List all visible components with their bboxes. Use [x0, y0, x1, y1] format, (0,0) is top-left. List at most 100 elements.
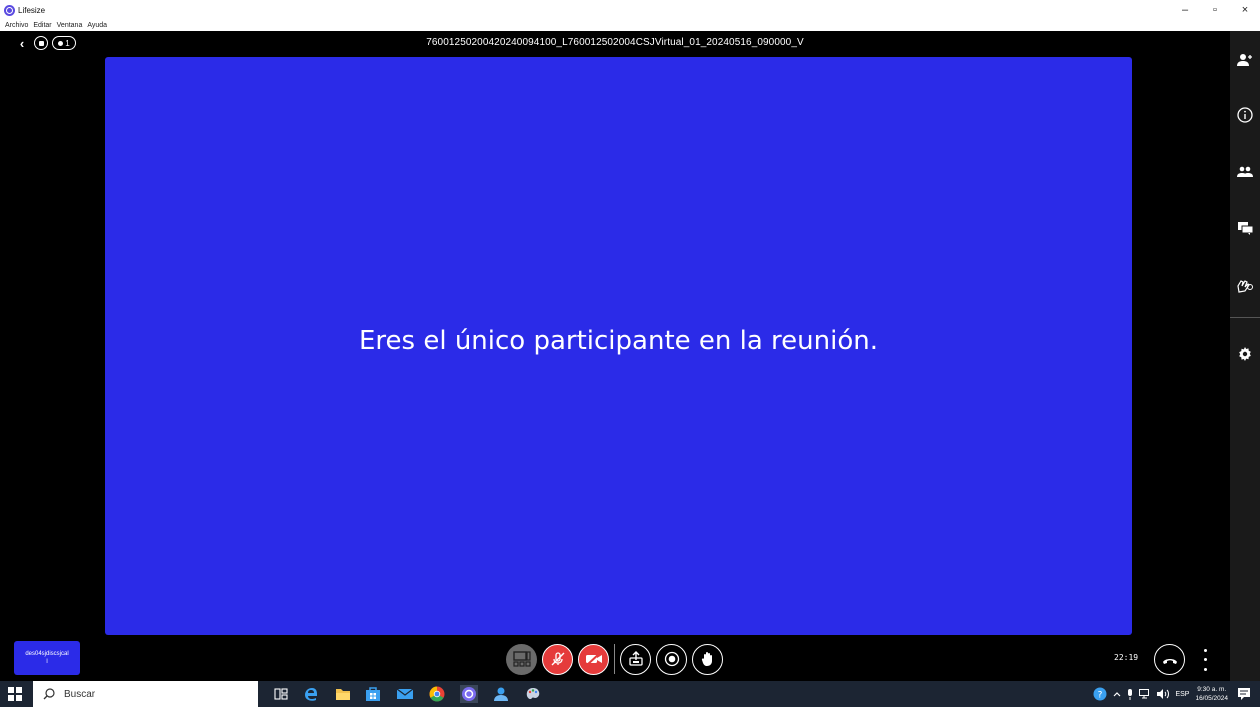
camera-off-icon: [585, 652, 602, 666]
chrome-icon: [429, 686, 445, 702]
user-icon: [494, 687, 508, 701]
lifesize-app-button[interactable]: [460, 685, 478, 703]
menu-editar[interactable]: Editar: [33, 20, 51, 31]
dot-icon: [1203, 649, 1207, 653]
layout-icon: [512, 651, 531, 667]
share-icon: [628, 651, 643, 666]
add-person-icon: [1237, 54, 1252, 66]
hang-up-button[interactable]: [1154, 644, 1185, 675]
start-pane: [15, 687, 22, 694]
hand-wave-icon: [1237, 280, 1253, 293]
screen: Lifesize – ▫ × Archivo Editar Ventana Ay…: [0, 0, 1260, 707]
svg-text:?: ?: [1098, 691, 1103, 701]
record-icon: [664, 651, 679, 667]
self-view-name-line2: l: [46, 659, 48, 665]
chat-button[interactable]: [1230, 217, 1260, 239]
window-controls: – ▫ ×: [1170, 0, 1260, 20]
windows-start-button[interactable]: [8, 687, 22, 701]
notifications-button[interactable]: [1238, 688, 1250, 700]
app-title: Lifesize: [18, 5, 46, 15]
chevron-up-icon: [1114, 692, 1121, 697]
search-placeholder: Buscar: [64, 688, 96, 700]
start-pane: [8, 694, 14, 701]
people-icon: [1237, 166, 1253, 177]
call-controls: [506, 643, 728, 675]
camera-toggle-button[interactable]: [578, 643, 609, 675]
raise-hand-button[interactable]: [692, 643, 723, 675]
lifesize-logo-icon: [4, 4, 15, 16]
gear-icon: [1239, 347, 1251, 361]
notification-icon: [1238, 688, 1250, 700]
clock-date: 16/05/2024: [1195, 695, 1228, 702]
network-icon: [1139, 689, 1150, 699]
alone-message: Eres el único participante en la reunión…: [358, 326, 879, 356]
more-options-button[interactable]: [1198, 646, 1212, 674]
taskbar-search[interactable]: Buscar: [33, 681, 258, 707]
store-icon: [366, 687, 380, 701]
volume-tray-button[interactable]: [1157, 689, 1170, 699]
system-tray: ? ESP 9:30 a. m. 16/05/2024: [1093, 681, 1260, 707]
user-app-button[interactable]: [492, 685, 510, 703]
mail-app-button[interactable]: [396, 685, 414, 703]
microphone-icon: [1128, 688, 1133, 700]
participants-button[interactable]: [1230, 161, 1260, 183]
network-tray-button[interactable]: [1139, 689, 1151, 699]
mail-icon: [397, 688, 413, 699]
dot-icon: [1203, 658, 1207, 662]
help-tray-button[interactable]: ?: [1093, 687, 1107, 701]
info-button[interactable]: [1230, 104, 1260, 126]
clock-time: 9:30 a. m.: [1197, 686, 1227, 693]
dot-icon: [1203, 667, 1207, 671]
help-icon: ?: [1093, 687, 1107, 701]
meeting-window: ‹ 1 76001250200420240094100_L76001250200…: [0, 31, 1260, 681]
video-area: Eres el único participante en la reunión…: [105, 57, 1132, 635]
call-timer: 22:19: [1114, 653, 1139, 662]
maximize-button[interactable]: ▫: [1200, 0, 1230, 20]
info-icon: [1237, 107, 1253, 123]
hand-icon: [701, 652, 712, 666]
meeting-topbar: ‹ 1 76001250200420240094100_L76001250200…: [0, 31, 1230, 56]
meeting-title: 76001250200420240094100_L760012502004CSJ…: [426, 37, 804, 48]
lifesize-icon: [462, 687, 476, 701]
minimize-button[interactable]: –: [1170, 0, 1200, 20]
menu-archivo[interactable]: Archivo: [5, 20, 28, 31]
window-titlebar: Lifesize – ▫ ×: [0, 0, 1260, 20]
tray-expand-button[interactable]: [1113, 691, 1121, 697]
chat-icon: [1237, 221, 1253, 235]
sidebar-divider: [1230, 317, 1260, 318]
menu-ventana[interactable]: Ventana: [57, 20, 83, 31]
microphone-toggle-button[interactable]: [542, 643, 573, 675]
task-view-icon: [274, 688, 288, 700]
windows-taskbar: Buscar ? ESP 9:30 a. m. 16/05/2024: [0, 681, 1260, 707]
language-indicator[interactable]: ESP: [1175, 691, 1189, 698]
menu-ayuda[interactable]: Ayuda: [87, 20, 107, 31]
paint-app-button[interactable]: [524, 685, 542, 703]
taskbar-clock[interactable]: 9:30 a. m. 16/05/2024: [1195, 685, 1228, 703]
self-view-tile[interactable]: des04sjdiscsjcal l: [14, 641, 80, 675]
paint-icon: [526, 688, 540, 700]
edge-icon: [305, 688, 317, 701]
close-button[interactable]: ×: [1230, 0, 1260, 20]
task-view-button[interactable]: [272, 685, 290, 703]
edge-app-button[interactable]: [302, 685, 320, 703]
right-sidebar: [1230, 31, 1260, 681]
layout-button[interactable]: [506, 643, 537, 675]
settings-button[interactable]: [1230, 343, 1260, 365]
store-app-button[interactable]: [364, 685, 382, 703]
file-explorer-button[interactable]: [334, 685, 352, 703]
reactions-button[interactable]: [1230, 275, 1260, 297]
folder-icon: [336, 689, 350, 700]
chrome-app-button[interactable]: [428, 685, 446, 703]
microphone-tray-button[interactable]: [1127, 688, 1133, 700]
controls-divider: [614, 644, 615, 674]
add-participant-button[interactable]: [1230, 49, 1260, 71]
record-button[interactable]: [656, 643, 687, 675]
start-pane: [8, 687, 14, 694]
speaker-icon: [1157, 689, 1170, 699]
start-pane: [15, 694, 22, 701]
menu-bar: Archivo Editar Ventana Ayuda: [0, 20, 1260, 31]
phone-hangup-icon: [1162, 658, 1177, 664]
self-view-name: des04sjdiscsjcal: [25, 651, 69, 657]
share-screen-button[interactable]: [620, 643, 651, 675]
microphone-muted-icon: [551, 652, 564, 666]
